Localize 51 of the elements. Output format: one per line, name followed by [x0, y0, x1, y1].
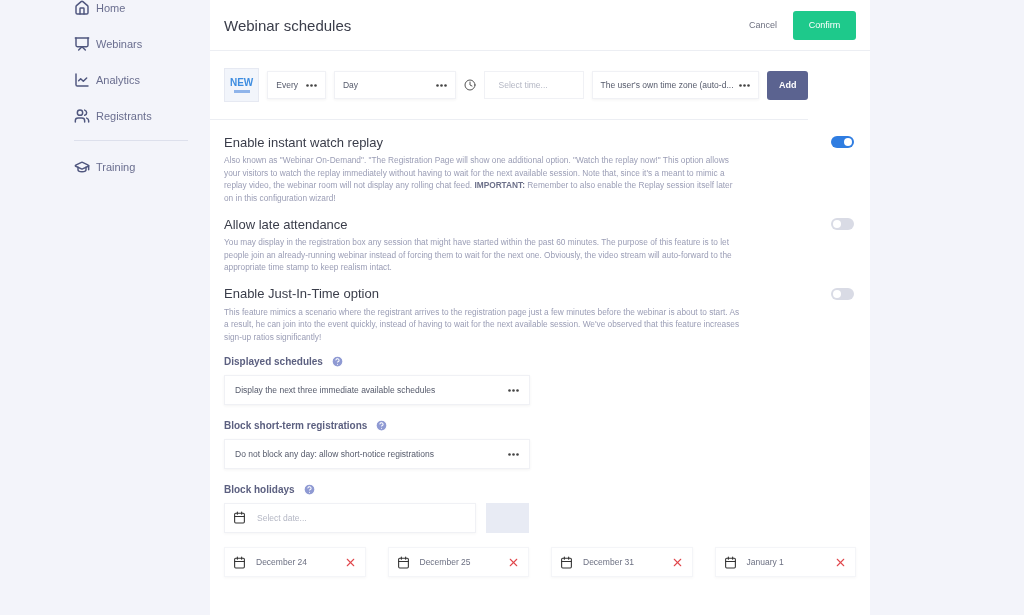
- sidebar-item[interactable]: Analytics: [74, 62, 188, 98]
- timezone-select[interactable]: The user's own time zone (auto-d...: [591, 71, 760, 99]
- option-title: Enable instant watch replay: [224, 134, 383, 150]
- calendar-icon: [723, 555, 737, 569]
- calendar-icon: [560, 555, 573, 569]
- toggle-switch[interactable]: [831, 136, 854, 148]
- more-icon: [739, 83, 751, 87]
- option-title: Allow late attendance: [224, 216, 348, 232]
- clock-icon: [463, 79, 476, 91]
- field-label: Displayed schedules: [224, 355, 323, 367]
- analytics-icon: [74, 72, 90, 88]
- home-icon: [74, 0, 90, 16]
- option-description: This feature mimics a scenario where the registrant arrives to the registration page just a few minutes before the webinar is about to start. As a result, he can join into the event quickly, instead of having to wait for the next available session. We've observed that this feature increases sign-up ratios significantly!: [224, 305, 741, 343]
- webinars-icon: [74, 36, 90, 52]
- training-icon: [74, 159, 90, 175]
- calendar-icon: [233, 511, 246, 524]
- more-icon: [508, 388, 519, 392]
- toggle-switch[interactable]: [831, 287, 854, 300]
- sidebar-item[interactable]: Home: [74, 0, 188, 26]
- date-field[interactable]: Select date...: [224, 503, 476, 533]
- sidebar-item[interactable]: Training: [74, 149, 188, 185]
- every-select[interactable]: Every: [267, 71, 326, 99]
- help-icon[interactable]: [330, 354, 344, 368]
- sidebar-item[interactable]: Registrants: [74, 98, 188, 134]
- option-description: You may display in the registration box any session that might have started within the past 60 minutes. The purpose of this feature is to let people join an already-running webinar instead of forcing them to wait for the next one. Obviously, the video stream will auto-forward to the appropriate time stamp to keep realism intact.: [224, 236, 733, 274]
- time-field[interactable]: Select time...: [483, 71, 584, 99]
- holiday-date: December 25: [419, 557, 472, 567]
- field-label: Block holidays: [224, 483, 295, 495]
- schedule-select[interactable]: Do not block any day: allow short-notice registrations: [224, 439, 530, 469]
- more-icon: [508, 452, 519, 456]
- option-title: Enable Just-In-Time option: [224, 286, 379, 301]
- day-select[interactable]: Day: [333, 71, 456, 99]
- cancel-button[interactable]: Cancel: [743, 19, 783, 31]
- calendar-icon: [396, 555, 410, 569]
- more-icon: [435, 83, 447, 87]
- dialog-title: Webinar schedules: [224, 16, 352, 34]
- option-description: Also known as "Webinar On-Demand". "The Registration Page will show one additional option. "Watch the replay now!" This option allows your visitors to watch the replay immediately without having to wait for the next available session. Note that, since it's a meant to mimic a replay video, the webinar room will not display any rolling chat feed. IMPORTANT: Remember to also enable the Replay session itself later on in this configuration wizard!: [224, 154, 734, 204]
- registrants-icon: [74, 108, 90, 124]
- more-icon: [305, 83, 317, 87]
- holiday-date: December 24: [256, 557, 309, 567]
- toggle-switch[interactable]: [831, 218, 854, 230]
- add-button[interactable]: Add: [767, 70, 808, 100]
- field-label: Block short-term registrations: [224, 419, 368, 431]
- calendar-icon: [233, 555, 246, 569]
- holiday-date: December 31: [583, 557, 636, 567]
- sidebar-item[interactable]: Webinars: [74, 26, 188, 62]
- holiday-date: January 1: [746, 557, 785, 567]
- schedule-select[interactable]: Display the next three immediate available schedules: [224, 375, 530, 405]
- help-icon[interactable]: [302, 482, 316, 496]
- help-icon[interactable]: [375, 418, 389, 432]
- new-badge: NEW: [224, 68, 260, 102]
